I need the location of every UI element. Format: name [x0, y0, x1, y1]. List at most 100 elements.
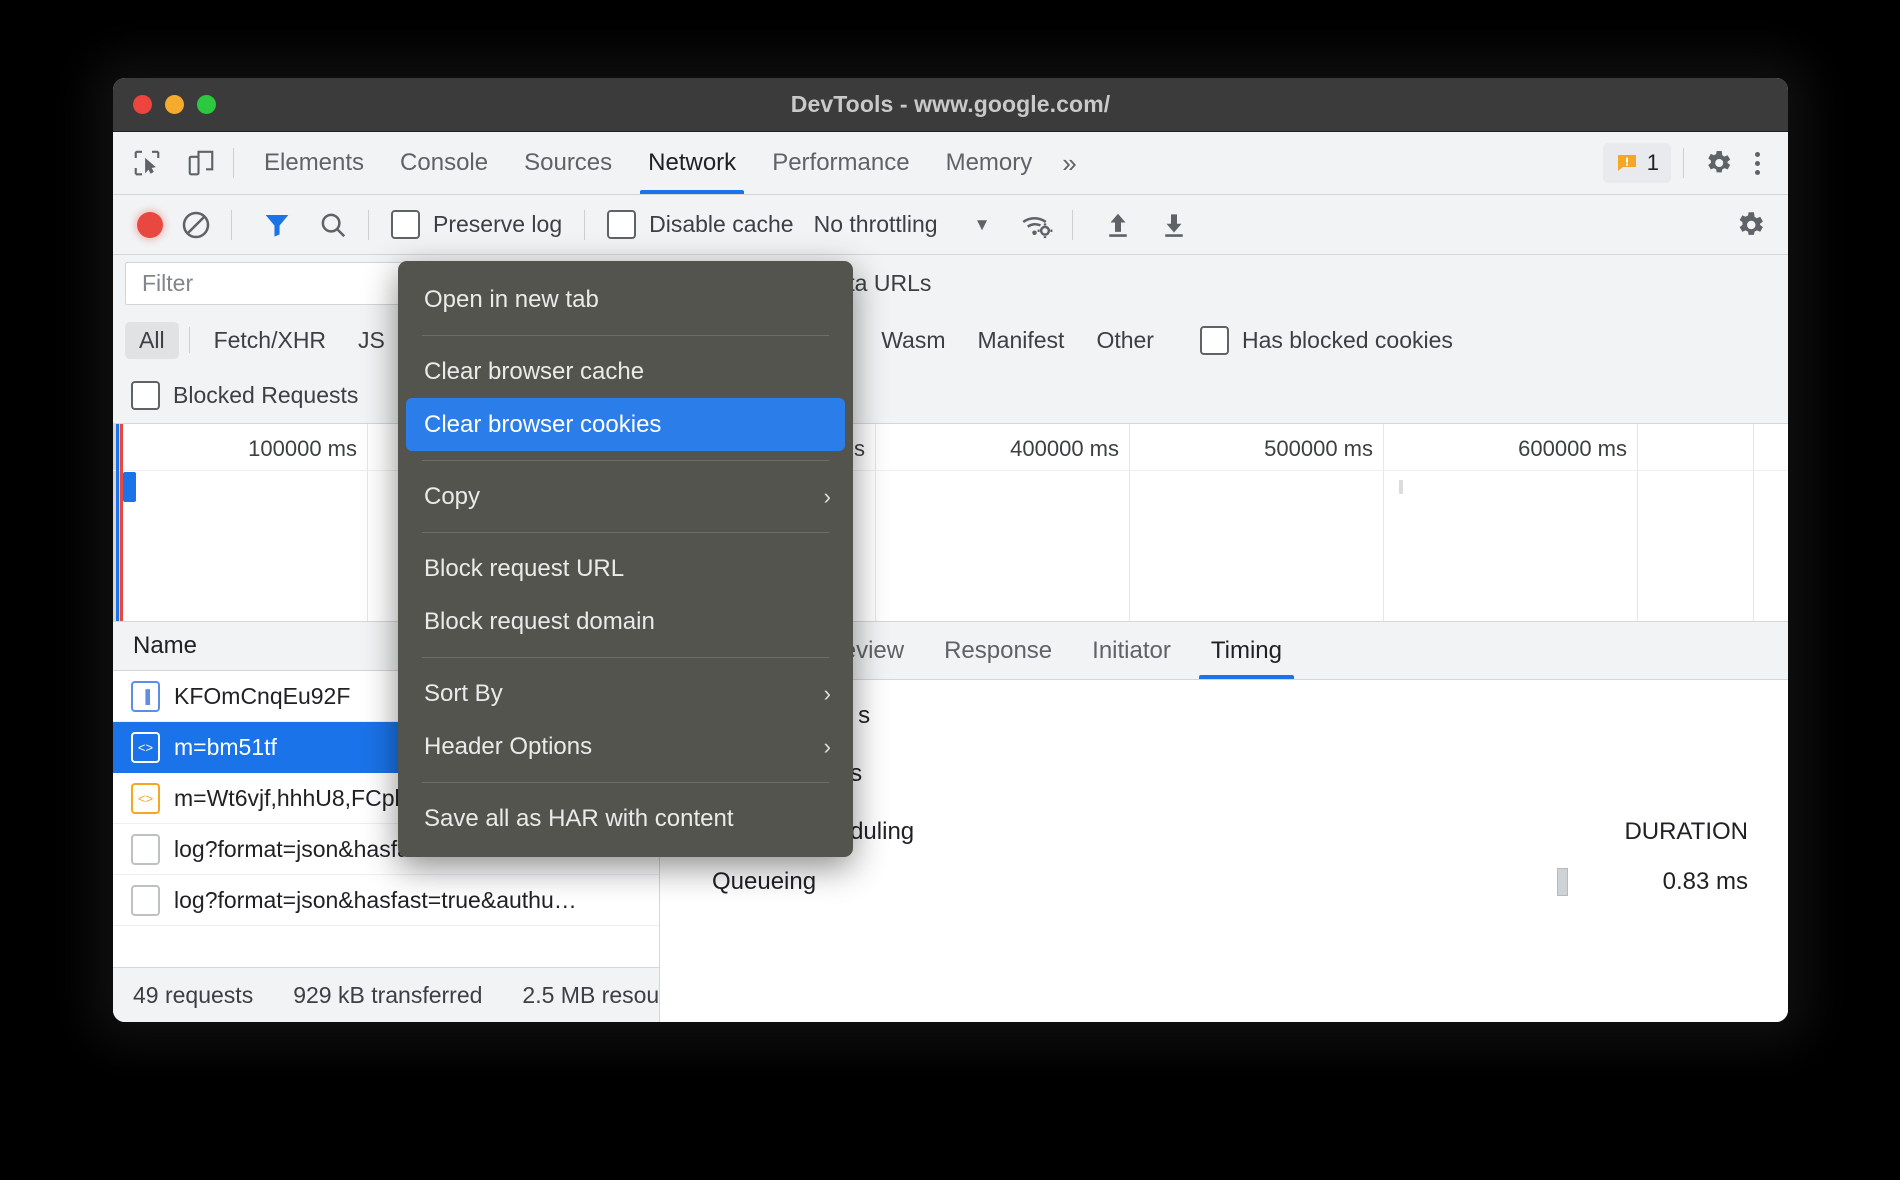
preserve-log-label: Preserve log — [433, 211, 562, 238]
blocked-requests-checkbox[interactable]: Blocked Requests — [131, 381, 358, 410]
network-settings-gear-icon[interactable] — [1728, 203, 1772, 247]
transferred-size: 929 kB transferred — [293, 982, 482, 1009]
menu-item-label: Copy — [424, 483, 480, 511]
menu-separator — [422, 657, 829, 658]
menu-item-clear-browser-cache[interactable]: Clear browser cache — [398, 345, 853, 398]
menu-item-open-in-new-tab[interactable]: Open in new tab — [398, 273, 853, 326]
request-name: m=bm51tf — [174, 734, 277, 761]
tab-response[interactable]: Response — [924, 622, 1072, 679]
menu-item-label: Save all as HAR with content — [424, 805, 733, 833]
overview-tick-label: 400000 ms — [1010, 436, 1129, 462]
has-blocked-cookies-checkbox[interactable]: Has blocked cookies — [1200, 326, 1453, 355]
tab-timing[interactable]: Timing — [1191, 622, 1302, 679]
type-filter-fetch-xhr[interactable]: Fetch/XHR — [200, 322, 340, 359]
warning-badge[interactable]: 1 — [1603, 143, 1671, 183]
timing-row-label: Queueing — [712, 868, 816, 896]
overview-tick-label: 500000 ms — [1264, 436, 1383, 462]
menu-item-label: Header Options — [424, 733, 592, 761]
menu-item-label: Clear browser cookies — [424, 411, 661, 439]
type-filter-all[interactable]: All — [125, 322, 179, 359]
close-window-button[interactable] — [133, 95, 152, 114]
duration-column-header: DURATION — [1624, 818, 1748, 846]
chevron-down-icon[interactable]: ▼ — [974, 215, 991, 235]
disable-cache-label: Disable cache — [649, 211, 793, 238]
menu-item-copy[interactable]: Copy › — [398, 470, 853, 523]
devtools-window: DevTools - www.google.com/ Elements Cons… — [113, 78, 1788, 1022]
maximize-window-button[interactable] — [197, 95, 216, 114]
more-tabs-icon[interactable]: » — [1050, 148, 1088, 179]
filter-divider — [189, 327, 190, 353]
font-file-icon: ▐ — [131, 681, 160, 712]
menu-item-header-options[interactable]: Header Options › — [398, 720, 853, 773]
context-menu[interactable]: Open in new tab Clear browser cache Clea… — [398, 261, 853, 857]
tabbar-right-actions: 1 — [1603, 141, 1788, 185]
network-toolbar: Preserve log Disable cache No throttling… — [113, 195, 1788, 255]
menu-item-clear-browser-cookies[interactable]: Clear browser cookies — [406, 398, 845, 451]
script-file-icon: <> — [131, 732, 160, 763]
tab-elements[interactable]: Elements — [246, 132, 382, 194]
has-blocked-cookies-label: Has blocked cookies — [1242, 327, 1453, 354]
menu-separator — [422, 460, 829, 461]
tab-memory[interactable]: Memory — [928, 132, 1051, 194]
menu-item-block-request-domain[interactable]: Block request domain — [398, 595, 853, 648]
table-row[interactable]: log?format=json&hasfast=true&authu… — [113, 875, 659, 926]
search-icon[interactable] — [310, 202, 356, 248]
resources-size: 2.5 MB resources — [522, 982, 659, 1009]
type-filter-wasm[interactable]: Wasm — [867, 322, 959, 359]
wifi-settings-icon[interactable] — [1014, 202, 1060, 248]
toolbar-divider — [584, 210, 585, 240]
generic-file-icon — [131, 834, 160, 865]
devtools-tabbar: Elements Console Sources Network Perform… — [113, 132, 1788, 195]
type-filter-manifest[interactable]: Manifest — [964, 322, 1079, 359]
script-file-warning-icon: <> — [131, 783, 160, 814]
throttling-select[interactable]: No throttling — [814, 211, 938, 238]
tab-label: Memory — [946, 149, 1033, 177]
tab-console[interactable]: Console — [382, 132, 506, 194]
warning-count: 1 — [1647, 150, 1659, 176]
menu-item-label: Block request domain — [424, 608, 655, 636]
tab-initiator[interactable]: Initiator — [1072, 622, 1191, 679]
filter-icon[interactable] — [254, 202, 300, 248]
preserve-log-checkbox[interactable]: Preserve log — [391, 210, 562, 239]
timing-row-queueing: Queueing 0.83 ms — [686, 868, 1788, 896]
clear-icon[interactable] — [173, 202, 219, 248]
menu-separator — [422, 335, 829, 336]
upload-icon[interactable] — [1095, 202, 1141, 248]
checkbox-box — [391, 210, 420, 239]
network-main-split: Name ▐ KFOmCnqEu92F <> m=bm51tf <> m=Wt6… — [113, 622, 1788, 1022]
minimize-window-button[interactable] — [165, 95, 184, 114]
toolbar-divider — [1072, 210, 1073, 240]
generic-file-icon — [131, 885, 160, 916]
menu-item-sort-by[interactable]: Sort By › — [398, 667, 853, 720]
chevron-right-icon: › — [824, 734, 831, 760]
device-toolbar-icon[interactable] — [181, 143, 221, 183]
overview-tick-label: 600000 ms — [1518, 436, 1637, 462]
menu-item-label: Open in new tab — [424, 286, 599, 314]
dom-content-loaded-marker — [116, 424, 119, 621]
overview-request-bar — [1399, 480, 1403, 494]
inspect-element-icon[interactable] — [127, 143, 167, 183]
tab-sources[interactable]: Sources — [506, 132, 630, 194]
filter-row: Filter Hide data URLs — [113, 255, 1788, 312]
tab-network[interactable]: Network — [630, 132, 754, 194]
chevron-right-icon: › — [824, 484, 831, 510]
menu-item-save-all-as-har[interactable]: Save all as HAR with content — [398, 792, 853, 845]
tab-label: Network — [648, 149, 736, 177]
kebab-menu-icon[interactable] — [1740, 152, 1774, 175]
download-icon[interactable] — [1151, 202, 1197, 248]
menu-item-block-request-url[interactable]: Block request URL — [398, 542, 853, 595]
disable-cache-checkbox[interactable]: Disable cache — [607, 210, 793, 239]
record-button[interactable] — [137, 212, 163, 238]
network-overview-timeline[interactable]: 100000 ms 200000 ms 300000 ms 400000 ms … — [113, 424, 1788, 622]
type-filter-js[interactable]: JS — [344, 322, 399, 359]
checkbox-box — [607, 210, 636, 239]
toolbar-divider — [368, 210, 369, 240]
title-bar: DevTools - www.google.com/ — [113, 78, 1788, 132]
chevron-right-icon: › — [824, 681, 831, 707]
tab-performance[interactable]: Performance — [754, 132, 927, 194]
devtools-settings-gear-icon[interactable] — [1696, 141, 1740, 185]
type-filter-other[interactable]: Other — [1082, 322, 1168, 359]
request-count: 49 requests — [133, 982, 253, 1009]
menu-item-label: Block request URL — [424, 555, 624, 583]
menu-item-label: Clear browser cache — [424, 358, 644, 386]
